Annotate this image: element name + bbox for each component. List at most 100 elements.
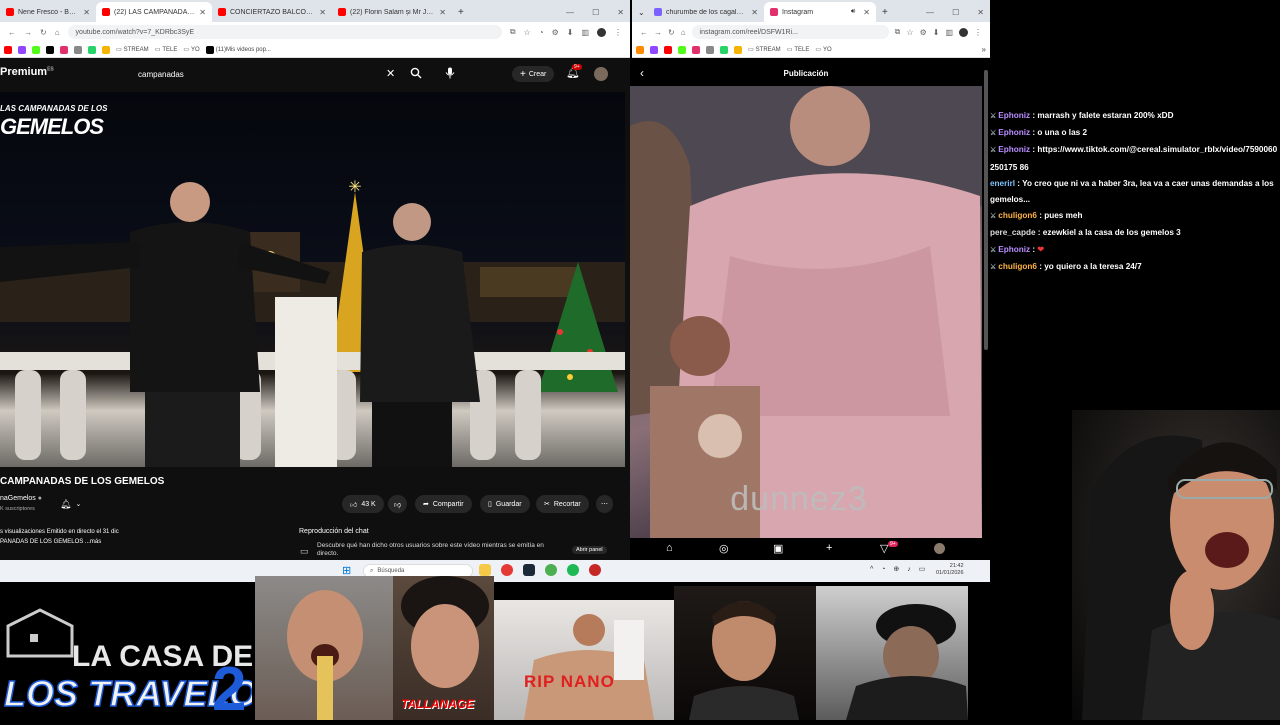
bookmark-kick-icon[interactable] xyxy=(32,45,40,54)
tab-list-chevron[interactable]: ⌄ xyxy=(632,2,648,22)
subscribed-bell-button[interactable]: 🔔︎ ⌄ xyxy=(60,496,96,512)
tab-nene-fresco[interactable]: Nene Fresco - Barato · You ✕ xyxy=(0,2,96,22)
bookmark-star-app-icon[interactable] xyxy=(636,45,644,54)
close-tab-icon[interactable]: ✕ xyxy=(83,8,90,17)
bookmark-kick-icon[interactable] xyxy=(678,45,686,54)
bookmark-folder-tele[interactable]: ▭ TELE xyxy=(155,46,178,54)
bookmark-misc-icon[interactable] xyxy=(734,45,742,54)
profile-avatar[interactable] xyxy=(597,27,606,37)
clear-search-icon[interactable]: ✕ xyxy=(386,67,395,80)
new-tab-button[interactable]: + xyxy=(452,2,472,22)
bookmark-twitch-icon[interactable] xyxy=(18,45,26,54)
bookmark-misc-icon[interactable] xyxy=(102,45,110,54)
spotify-icon[interactable] xyxy=(567,564,579,576)
youtube-search-input[interactable]: campanadas xyxy=(124,64,404,84)
bookmark-folder-stream[interactable]: ▭ STREAM xyxy=(116,46,149,54)
install-app-icon[interactable]: ⧉ xyxy=(895,27,901,37)
home-icon[interactable]: ⌂ xyxy=(666,542,673,554)
bookmark-whatsapp-icon[interactable] xyxy=(720,45,728,54)
cast-icon[interactable]: ◔ xyxy=(539,28,544,37)
install-app-icon[interactable]: ⧉ xyxy=(510,27,516,37)
split-icon[interactable]: ▥ xyxy=(945,28,953,37)
bookmark-tiktok-icon[interactable] xyxy=(46,45,54,54)
back-icon[interactable]: ← xyxy=(640,28,648,37)
share-button[interactable]: ➦ Compartir xyxy=(415,495,472,513)
app-red-circle-icon[interactable] xyxy=(501,564,513,576)
like-button[interactable]: 👍︎ 43 K xyxy=(342,495,384,513)
mic-icon[interactable] xyxy=(445,67,455,82)
bookmark-folder-stream[interactable]: ▭ STREAM xyxy=(748,46,781,54)
tab-florin-salam[interactable]: (22) Florin Salam și Mr Juve · F ✕ xyxy=(332,2,452,22)
create-button[interactable]: + Crear xyxy=(512,66,555,82)
open-panel-button[interactable]: Abrir panel xyxy=(572,546,607,554)
menu-kebab-icon[interactable]: ⋮ xyxy=(974,28,982,37)
search-icon[interactable] xyxy=(410,67,422,82)
address-field[interactable]: youtube.com/watch?v=7_KDRbc3SyE xyxy=(67,25,502,39)
bookmark-whatsapp-icon[interactable] xyxy=(88,45,96,54)
close-window-icon[interactable]: ✕ xyxy=(977,8,984,17)
reels-icon[interactable]: ▣ xyxy=(773,542,783,555)
bookmark-star-icon[interactable]: ☆ xyxy=(524,28,531,37)
reload-icon[interactable]: ↻ xyxy=(40,28,47,37)
address-field[interactable]: instagram.com/reel/DSFW1Ri... xyxy=(691,25,889,39)
bookmark-folder-yo[interactable]: ▭ YO xyxy=(815,46,831,54)
forward-icon[interactable]: → xyxy=(654,28,662,37)
bookmark-x-icon[interactable] xyxy=(706,45,714,54)
bookmark-x-icon[interactable] xyxy=(74,45,82,54)
minimize-icon[interactable]: — xyxy=(926,8,934,17)
save-button[interactable]: ▯ Guardar xyxy=(480,495,530,513)
audio-playing-icon[interactable]: 🔊︎ xyxy=(851,8,855,16)
tab-instagram[interactable]: Instagram 🔊︎ ✕ xyxy=(764,2,876,22)
extensions-icon[interactable]: ⚙ xyxy=(920,28,927,37)
page-scrollbar[interactable] xyxy=(984,70,988,350)
app-chrome-dev-icon[interactable] xyxy=(589,564,601,576)
new-tab-button[interactable]: + xyxy=(876,2,896,22)
close-window-icon[interactable]: ✕ xyxy=(617,8,624,17)
explore-compass-icon[interactable]: ◎ xyxy=(719,542,729,555)
bookmark-youtube-icon[interactable] xyxy=(4,45,12,54)
forward-icon[interactable]: → xyxy=(24,28,32,37)
tab-churumbe[interactable]: churumbe de los cagaletas ✕ xyxy=(648,2,764,22)
bookmark-twitch-icon[interactable] xyxy=(650,45,658,54)
close-tab-icon[interactable]: ✕ xyxy=(199,8,206,17)
bookmark-star-icon[interactable]: ☆ xyxy=(906,28,913,37)
maximize-icon[interactable]: ☐ xyxy=(952,8,959,17)
maximize-icon[interactable]: ☐ xyxy=(592,8,599,17)
youtube-video-player[interactable]: ✳ xyxy=(0,92,625,467)
minimize-icon[interactable]: — xyxy=(566,8,574,17)
new-post-plus-icon[interactable]: + xyxy=(826,542,832,554)
tab-conciertazo[interactable]: CONCIERTAZO BALCONIL ← CC ✕ xyxy=(212,2,332,22)
clip-button[interactable]: ✂ Recortar xyxy=(536,495,589,513)
account-avatar[interactable] xyxy=(594,67,608,81)
steam-icon[interactable] xyxy=(523,564,535,576)
taskbar-clock[interactable]: 21:42 01/01/2026 xyxy=(936,563,964,577)
close-tab-icon[interactable]: ✕ xyxy=(751,8,758,17)
file-explorer-icon[interactable] xyxy=(479,564,491,576)
close-tab-icon[interactable]: ✕ xyxy=(439,8,446,17)
split-icon[interactable]: ▥ xyxy=(581,28,589,37)
channel-name[interactable]: naGemelos ● xyxy=(0,495,42,502)
profile-avatar[interactable] xyxy=(934,543,945,554)
bookmark-instagram-icon[interactable] xyxy=(60,45,68,54)
instagram-reel-video[interactable] xyxy=(630,86,982,538)
close-tab-icon[interactable]: ✕ xyxy=(863,8,870,17)
youtube-premium-logo[interactable]: PremiumES xyxy=(0,66,54,78)
chrome-icon[interactable] xyxy=(545,564,557,576)
home-icon[interactable]: ⌂ xyxy=(55,28,60,37)
bookmark-folder-yo[interactable]: ▭ YO xyxy=(183,46,199,54)
description-preview[interactable]: PANADAS DE LOS GEMELOS ...más xyxy=(0,539,101,545)
bookmark-mis-videos[interactable]: (11)Mis videos pop... xyxy=(205,45,271,54)
window-controls[interactable]: — ☐ ✕ xyxy=(560,2,630,22)
tab-campanadas[interactable]: (22) LAS CAMPANADAS DE LO ✕ xyxy=(96,2,212,22)
dislike-button[interactable]: 👎︎ xyxy=(388,495,408,513)
menu-kebab-icon[interactable]: ⋮ xyxy=(614,28,622,37)
download-icon[interactable]: ⬇ xyxy=(567,28,574,37)
close-tab-icon[interactable]: ✕ xyxy=(319,8,326,17)
bookmark-youtube-icon[interactable] xyxy=(664,45,672,54)
extensions-icon[interactable]: ⚙ xyxy=(552,28,559,37)
download-icon[interactable]: ⬇ xyxy=(933,28,940,37)
profile-avatar[interactable] xyxy=(959,27,968,37)
back-icon[interactable]: ← xyxy=(8,28,16,37)
bookmark-folder-tele[interactable]: ▭ TELE xyxy=(787,46,810,54)
system-tray-icons[interactable]: ^ ◔ ⊕ ♪ ▭ xyxy=(870,565,928,573)
